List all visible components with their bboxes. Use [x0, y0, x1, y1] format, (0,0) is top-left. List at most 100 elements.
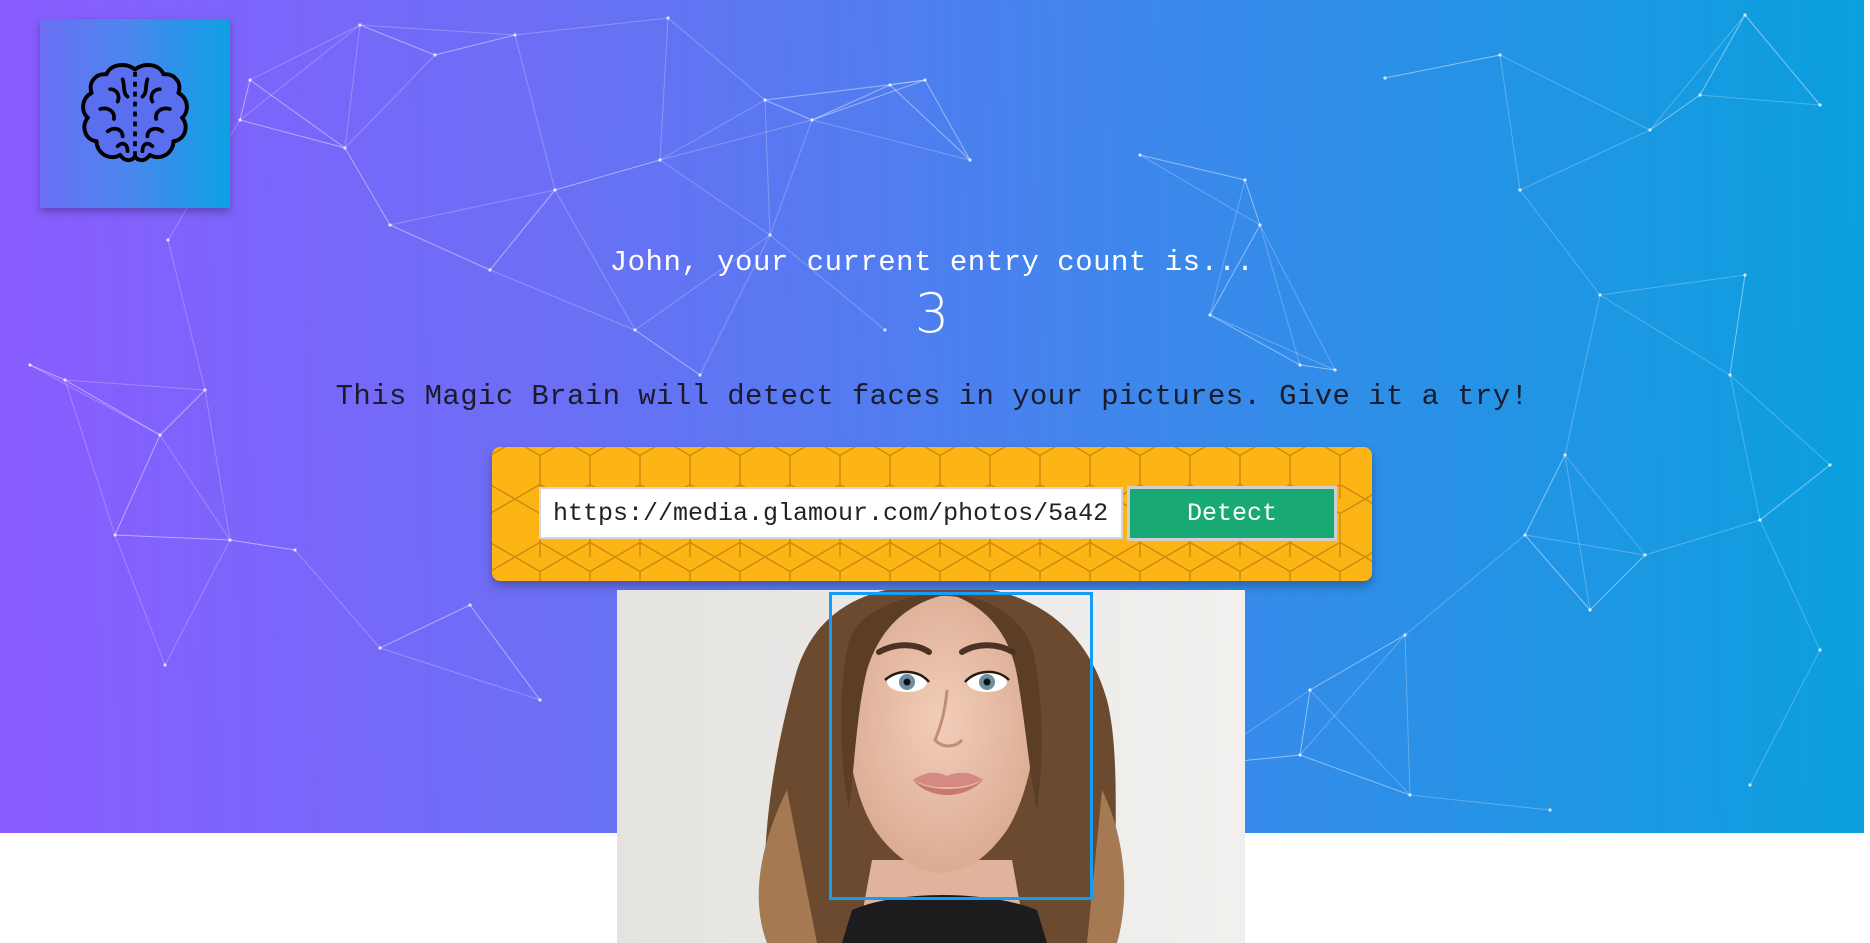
- logo-tile[interactable]: [40, 19, 230, 208]
- particle-node: [163, 663, 167, 667]
- particle-node: [810, 118, 814, 122]
- face-bounding-box: [829, 592, 1093, 900]
- particle-node: [468, 603, 472, 607]
- particle-node: [1828, 463, 1832, 467]
- particle-link: [889, 79, 926, 86]
- particle-node: [1403, 633, 1407, 637]
- particle-link: [1404, 634, 1411, 796]
- particle-link: [659, 119, 813, 161]
- particle-link: [764, 99, 771, 236]
- particle-link: [1409, 794, 1551, 811]
- particle-node: [166, 238, 170, 242]
- particle-node: [1758, 518, 1762, 522]
- particle-node: [1298, 363, 1302, 367]
- particle-link: [1744, 14, 1821, 106]
- face-image: [617, 590, 1245, 943]
- particle-link: [1749, 649, 1821, 786]
- image-link-form: Detect: [492, 447, 1372, 581]
- particle-link: [811, 84, 891, 121]
- particle-link: [1524, 534, 1591, 611]
- image-url-input[interactable]: [539, 487, 1123, 539]
- particle-link: [114, 534, 231, 541]
- particle-node: [238, 118, 242, 122]
- particle-link: [659, 99, 766, 161]
- particle-node: [763, 98, 767, 102]
- particle-node: [553, 188, 557, 192]
- particle-link: [1564, 454, 1591, 611]
- particle-node: [358, 23, 362, 27]
- particle-node: [293, 548, 297, 552]
- particle-node: [248, 78, 252, 82]
- particle-link: [764, 99, 813, 121]
- particle-node: [1563, 453, 1567, 457]
- particle-link: [159, 434, 231, 541]
- particle-link: [344, 24, 361, 149]
- particle-node: [888, 83, 892, 87]
- particle-node: [433, 53, 437, 57]
- particle-link: [1384, 54, 1501, 79]
- particle-link: [514, 17, 669, 36]
- particle-node: [113, 533, 117, 537]
- particle-node: [1333, 368, 1337, 372]
- particle-link: [1759, 464, 1831, 521]
- particle-link: [1244, 179, 1261, 226]
- particle-link: [164, 539, 231, 666]
- particle-link: [239, 79, 251, 121]
- particle-node: [1643, 553, 1647, 557]
- particle-link: [769, 119, 813, 236]
- particle-link: [1699, 94, 1821, 106]
- particle-node: [28, 363, 32, 367]
- particle-link: [379, 604, 471, 649]
- particle-node: [666, 16, 670, 20]
- particle-link: [811, 79, 926, 121]
- particle-node: [1743, 13, 1747, 17]
- particle-link: [554, 159, 661, 191]
- particle-node: [1648, 128, 1652, 132]
- particle-node: [1588, 608, 1592, 612]
- particle-link: [1499, 54, 1651, 131]
- particle-link: [239, 24, 361, 121]
- particle-link: [1524, 454, 1566, 536]
- particle-link: [344, 54, 436, 149]
- particle-link: [114, 534, 166, 666]
- particle-link: [1649, 14, 1746, 131]
- particle-node: [378, 646, 382, 650]
- particle-link: [1759, 519, 1821, 651]
- particle-link: [924, 79, 971, 161]
- particle-link: [1564, 454, 1646, 556]
- particle-node: [343, 146, 347, 150]
- particle-link: [811, 119, 971, 161]
- particle-link: [667, 17, 766, 101]
- particle-node: [228, 538, 232, 542]
- particle-link: [1299, 754, 1411, 796]
- particle-link: [229, 539, 296, 551]
- particle-node: [1548, 808, 1552, 812]
- particle-node: [1298, 753, 1302, 757]
- detect-button[interactable]: Detect: [1127, 486, 1337, 541]
- particle-link: [1699, 14, 1746, 96]
- particle-node: [1523, 533, 1527, 537]
- particle-node: [388, 223, 392, 227]
- particle-link: [434, 34, 516, 56]
- particle-link: [1139, 154, 1246, 181]
- entry-count-label: John, your current entry count is...: [609, 246, 1255, 279]
- particle-node: [1408, 793, 1412, 797]
- particle-node: [538, 698, 542, 702]
- particle-link: [1519, 129, 1651, 191]
- particle-node: [1138, 153, 1142, 157]
- particle-node: [1698, 93, 1702, 97]
- particle-link: [29, 364, 66, 381]
- particle-link: [1524, 534, 1646, 556]
- particle-node: [1383, 76, 1387, 80]
- particle-node: [1518, 188, 1522, 192]
- particle-node: [1748, 783, 1752, 787]
- particle-node: [768, 233, 772, 237]
- particle-link: [659, 159, 771, 236]
- particle-link: [1299, 634, 1406, 756]
- particle-link: [469, 604, 541, 701]
- particle-node: [923, 78, 927, 82]
- particle-node: [658, 158, 662, 162]
- particle-node: [1308, 688, 1312, 692]
- particle-node: [1818, 648, 1822, 652]
- particle-node: [158, 433, 162, 437]
